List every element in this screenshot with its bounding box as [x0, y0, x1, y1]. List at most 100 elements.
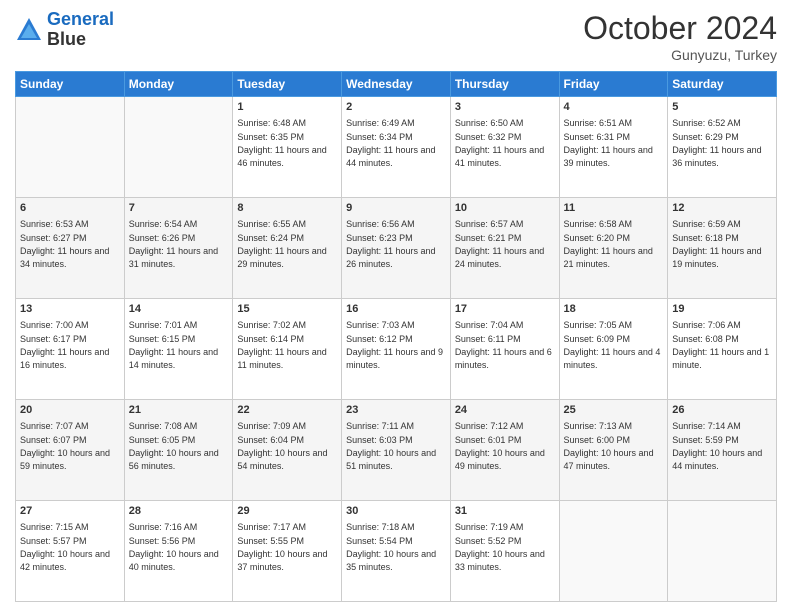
day-number: 5: [672, 100, 772, 115]
day-info: Sunrise: 7:06 AMSunset: 6:08 PMDaylight:…: [672, 320, 769, 370]
col-header-saturday: Saturday: [668, 72, 777, 97]
day-info: Sunrise: 7:05 AMSunset: 6:09 PMDaylight:…: [564, 320, 661, 370]
day-number: 21: [129, 403, 229, 418]
day-number: 7: [129, 201, 229, 216]
day-number: 28: [129, 504, 229, 519]
calendar-cell: 24 Sunrise: 7:12 AMSunset: 6:01 PMDayligh…: [450, 400, 559, 501]
calendar-cell: 11 Sunrise: 6:58 AMSunset: 6:20 PMDayligh…: [559, 198, 668, 299]
calendar-cell: 27Sunrise: 7:15 AMSunset: 5:57 PMDayligh…: [16, 501, 125, 602]
calendar-week-3: 20 Sunrise: 7:07 AMSunset: 6:07 PMDayligh…: [16, 400, 777, 501]
calendar-week-4: 27Sunrise: 7:15 AMSunset: 5:57 PMDayligh…: [16, 501, 777, 602]
day-number: 15: [237, 302, 337, 317]
calendar-cell: 16Sunrise: 7:03 AMSunset: 6:12 PMDayligh…: [342, 299, 451, 400]
day-info: Sunrise: 6:58 AMSunset: 6:20 PMDaylight:…: [564, 219, 653, 269]
day-info: Sunrise: 6:55 AMSunset: 6:24 PMDaylight:…: [237, 219, 326, 269]
day-number: 30: [346, 504, 446, 519]
day-number: 18: [564, 302, 664, 317]
day-number: 10: [455, 201, 555, 216]
calendar-cell: 20 Sunrise: 7:07 AMSunset: 6:07 PMDayligh…: [16, 400, 125, 501]
calendar-cell: 28 Sunrise: 7:16 AMSunset: 5:56 PMDayligh…: [124, 501, 233, 602]
day-number: 4: [564, 100, 664, 115]
day-info: Sunrise: 7:01 AMSunset: 6:15 PMDaylight:…: [129, 320, 218, 370]
logo-text: General Blue: [47, 10, 114, 50]
logo-line2: Blue: [47, 30, 114, 50]
day-number: 31: [455, 504, 555, 519]
day-number: 12: [672, 201, 772, 216]
calendar-table: SundayMondayTuesdayWednesdayThursdayFrid…: [15, 71, 777, 602]
day-number: 11: [564, 201, 664, 216]
calendar-cell: 31 Sunrise: 7:19 AMSunset: 5:52 PMDayligh…: [450, 501, 559, 602]
day-number: 24: [455, 403, 555, 418]
calendar-cell: 9 Sunrise: 6:56 AMSunset: 6:23 PMDaylight…: [342, 198, 451, 299]
day-info: Sunrise: 6:56 AMSunset: 6:23 PMDaylight:…: [346, 219, 435, 269]
day-number: 20: [20, 403, 120, 418]
calendar-cell: 23 Sunrise: 7:11 AMSunset: 6:03 PMDayligh…: [342, 400, 451, 501]
day-info: Sunrise: 6:57 AMSunset: 6:21 PMDaylight:…: [455, 219, 544, 269]
calendar-cell: 6 Sunrise: 6:53 AMSunset: 6:27 PMDaylight…: [16, 198, 125, 299]
day-info: Sunrise: 6:48 AMSunset: 6:35 PMDaylight:…: [237, 118, 326, 168]
day-info: Sunrise: 6:53 AMSunset: 6:27 PMDaylight:…: [20, 219, 109, 269]
day-number: 22: [237, 403, 337, 418]
calendar-cell: 4 Sunrise: 6:51 AMSunset: 6:31 PMDaylight…: [559, 97, 668, 198]
col-header-thursday: Thursday: [450, 72, 559, 97]
day-number: 14: [129, 302, 229, 317]
calendar-cell: [124, 97, 233, 198]
calendar-cell: 1 Sunrise: 6:48 AMSunset: 6:35 PMDaylight…: [233, 97, 342, 198]
calendar-cell: 29 Sunrise: 7:17 AMSunset: 5:55 PMDayligh…: [233, 501, 342, 602]
day-info: Sunrise: 6:51 AMSunset: 6:31 PMDaylight:…: [564, 118, 653, 168]
header: General Blue October 2024 Gunyuzu, Turke…: [15, 10, 777, 63]
page: General Blue October 2024 Gunyuzu, Turke…: [0, 0, 792, 612]
logo-icon: [15, 16, 43, 44]
day-info: Sunrise: 7:18 AMSunset: 5:54 PMDaylight:…: [346, 522, 436, 572]
calendar-cell: 2Sunrise: 6:49 AMSunset: 6:34 PMDaylight…: [342, 97, 451, 198]
day-number: 19: [672, 302, 772, 317]
day-number: 3: [455, 100, 555, 115]
day-number: 6: [20, 201, 120, 216]
day-info: Sunrise: 6:54 AMSunset: 6:26 PMDaylight:…: [129, 219, 218, 269]
calendar-week-2: 13Sunrise: 7:00 AMSunset: 6:17 PMDayligh…: [16, 299, 777, 400]
col-header-wednesday: Wednesday: [342, 72, 451, 97]
calendar-cell: 22 Sunrise: 7:09 AMSunset: 6:04 PMDayligh…: [233, 400, 342, 501]
col-header-tuesday: Tuesday: [233, 72, 342, 97]
day-number: 9: [346, 201, 446, 216]
day-info: Sunrise: 7:03 AMSunset: 6:12 PMDaylight:…: [346, 320, 443, 370]
calendar-cell: 25 Sunrise: 7:13 AMSunset: 6:00 PMDayligh…: [559, 400, 668, 501]
day-number: 2: [346, 100, 446, 115]
day-info: Sunrise: 6:52 AMSunset: 6:29 PMDaylight:…: [672, 118, 761, 168]
day-number: 26: [672, 403, 772, 418]
calendar-cell: [668, 501, 777, 602]
day-info: Sunrise: 7:00 AMSunset: 6:17 PMDaylight:…: [20, 320, 109, 370]
location-subtitle: Gunyuzu, Turkey: [583, 47, 777, 63]
calendar-cell: 30 Sunrise: 7:18 AMSunset: 5:54 PMDayligh…: [342, 501, 451, 602]
calendar-header-row: SundayMondayTuesdayWednesdayThursdayFrid…: [16, 72, 777, 97]
day-number: 23: [346, 403, 446, 418]
col-header-monday: Monday: [124, 72, 233, 97]
day-info: Sunrise: 7:13 AMSunset: 6:00 PMDaylight:…: [564, 421, 654, 471]
day-info: Sunrise: 7:17 AMSunset: 5:55 PMDaylight:…: [237, 522, 327, 572]
calendar-cell: 19 Sunrise: 7:06 AMSunset: 6:08 PMDayligh…: [668, 299, 777, 400]
day-number: 1: [237, 100, 337, 115]
calendar-cell: 18 Sunrise: 7:05 AMSunset: 6:09 PMDayligh…: [559, 299, 668, 400]
day-info: Sunrise: 7:11 AMSunset: 6:03 PMDaylight:…: [346, 421, 436, 471]
day-info: Sunrise: 7:14 AMSunset: 5:59 PMDaylight:…: [672, 421, 762, 471]
day-number: 17: [455, 302, 555, 317]
calendar-week-0: 1 Sunrise: 6:48 AMSunset: 6:35 PMDaylight…: [16, 97, 777, 198]
day-info: Sunrise: 6:59 AMSunset: 6:18 PMDaylight:…: [672, 219, 761, 269]
calendar-cell: 10 Sunrise: 6:57 AMSunset: 6:21 PMDayligh…: [450, 198, 559, 299]
calendar-cell: 14 Sunrise: 7:01 AMSunset: 6:15 PMDayligh…: [124, 299, 233, 400]
day-info: Sunrise: 7:07 AMSunset: 6:07 PMDaylight:…: [20, 421, 110, 471]
calendar-cell: [16, 97, 125, 198]
day-number: 25: [564, 403, 664, 418]
day-info: Sunrise: 7:16 AMSunset: 5:56 PMDaylight:…: [129, 522, 219, 572]
day-info: Sunrise: 7:08 AMSunset: 6:05 PMDaylight:…: [129, 421, 219, 471]
day-info: Sunrise: 6:50 AMSunset: 6:32 PMDaylight:…: [455, 118, 544, 168]
calendar-cell: 8Sunrise: 6:55 AMSunset: 6:24 PMDaylight…: [233, 198, 342, 299]
day-number: 29: [237, 504, 337, 519]
day-info: Sunrise: 7:19 AMSunset: 5:52 PMDaylight:…: [455, 522, 545, 572]
day-info: Sunrise: 7:02 AMSunset: 6:14 PMDaylight:…: [237, 320, 326, 370]
day-info: Sunrise: 7:09 AMSunset: 6:04 PMDaylight:…: [237, 421, 327, 471]
day-number: 27: [20, 504, 120, 519]
day-info: Sunrise: 7:12 AMSunset: 6:01 PMDaylight:…: [455, 421, 545, 471]
calendar-cell: 13Sunrise: 7:00 AMSunset: 6:17 PMDayligh…: [16, 299, 125, 400]
col-header-sunday: Sunday: [16, 72, 125, 97]
